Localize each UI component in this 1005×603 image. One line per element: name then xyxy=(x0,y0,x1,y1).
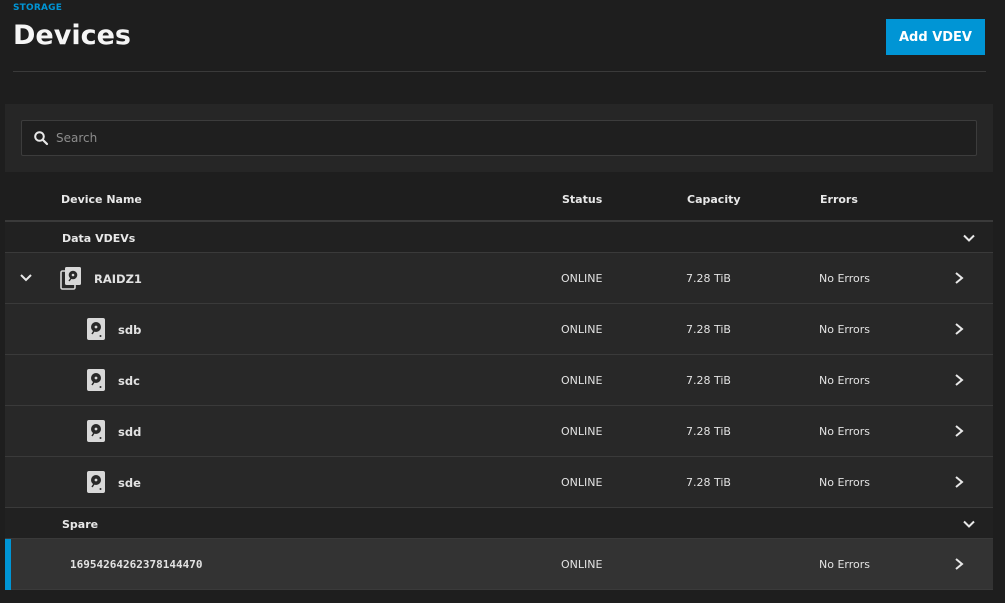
device-status: ONLINE xyxy=(561,558,603,571)
device-name: 16954264262378144470 xyxy=(70,558,203,571)
devices-panel: Device Name Status Capacity Errors Data … xyxy=(5,104,993,590)
chevron-down-icon[interactable] xyxy=(19,272,33,284)
device-capacity: 7.28 TiB xyxy=(686,476,731,489)
group-row-spare[interactable]: Spare xyxy=(5,508,993,539)
chevron-down-icon[interactable] xyxy=(962,517,976,531)
search-area xyxy=(5,104,993,172)
table-row-disk[interactable]: sde ONLINE 7.28 TiB No Errors xyxy=(5,457,993,508)
device-errors: No Errors xyxy=(819,558,870,571)
device-errors: No Errors xyxy=(819,425,870,438)
chevron-down-icon[interactable] xyxy=(962,231,976,245)
add-vdev-button[interactable]: Add VDEV xyxy=(886,19,985,55)
column-header-device-name[interactable]: Device Name xyxy=(61,193,142,206)
device-errors: No Errors xyxy=(819,476,870,489)
device-errors: No Errors xyxy=(819,272,870,285)
device-status: ONLINE xyxy=(561,476,603,489)
device-capacity: 7.28 TiB xyxy=(686,323,731,336)
group-label: Spare xyxy=(62,518,99,531)
chevron-right-icon[interactable] xyxy=(953,424,965,438)
search-input[interactable] xyxy=(56,131,976,145)
group-label: Data VDEVs xyxy=(62,232,136,245)
table-row-vdev[interactable]: RAIDZ1 ONLINE 7.28 TiB No Errors xyxy=(5,253,993,304)
selected-indicator xyxy=(5,539,11,590)
chevron-right-icon[interactable] xyxy=(953,322,965,336)
chevron-right-icon[interactable] xyxy=(953,557,965,571)
device-capacity: 7.28 TiB xyxy=(686,425,731,438)
device-name: sdc xyxy=(118,374,140,388)
device-capacity: 7.28 TiB xyxy=(686,374,731,387)
device-status: ONLINE xyxy=(561,272,603,285)
hard-disk-icon xyxy=(87,420,105,442)
search-icon xyxy=(34,131,49,146)
column-header-errors[interactable]: Errors xyxy=(820,193,858,206)
device-status: ONLINE xyxy=(561,323,603,336)
hard-disk-icon xyxy=(87,369,105,391)
table-row-disk[interactable]: sdb ONLINE 7.28 TiB No Errors xyxy=(5,304,993,355)
hard-disk-icon xyxy=(87,318,105,340)
hard-disk-icon xyxy=(87,471,105,493)
table-row-disk[interactable]: sdc ONLINE 7.28 TiB No Errors xyxy=(5,355,993,406)
table-row-disk[interactable]: sdd ONLINE 7.28 TiB No Errors xyxy=(5,406,993,457)
device-name: sdd xyxy=(118,425,142,439)
device-status: ONLINE xyxy=(561,425,603,438)
device-name: RAIDZ1 xyxy=(94,272,142,286)
header-divider xyxy=(13,71,986,72)
device-errors: No Errors xyxy=(819,323,870,336)
column-header-capacity[interactable]: Capacity xyxy=(687,193,741,206)
device-capacity: 7.28 TiB xyxy=(686,272,731,285)
device-name: sde xyxy=(118,476,141,490)
chevron-right-icon[interactable] xyxy=(953,373,965,387)
page-title: Devices xyxy=(13,20,131,51)
chevron-right-icon[interactable] xyxy=(953,271,965,285)
device-name: sdb xyxy=(118,323,142,337)
chevron-right-icon[interactable] xyxy=(953,475,965,489)
search-box[interactable] xyxy=(21,120,977,156)
table-header: Device Name Status Capacity Errors xyxy=(5,172,993,222)
device-status: ONLINE xyxy=(561,374,603,387)
group-row-data-vdevs[interactable]: Data VDEVs xyxy=(5,222,993,253)
device-errors: No Errors xyxy=(819,374,870,387)
vdev-stack-icon xyxy=(60,267,81,290)
breadcrumb: STORAGE xyxy=(13,3,63,13)
column-header-status[interactable]: Status xyxy=(562,193,602,206)
table-row-spare[interactable]: 16954264262378144470 ONLINE No Errors xyxy=(5,539,993,590)
